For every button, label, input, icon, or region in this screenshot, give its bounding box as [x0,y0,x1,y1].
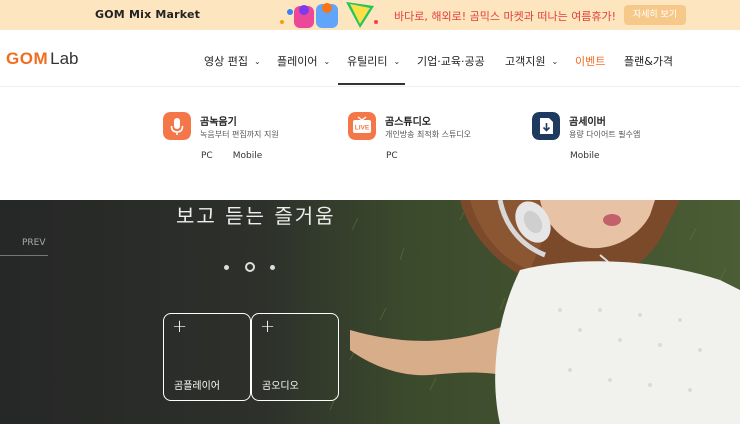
live-icon[interactable]: LIVE [348,112,376,140]
nav-active-underline [338,83,405,85]
hero-section: 보고 듣는 즐거움 PREV + 곰플레이어 + 곰오디오 [0,200,740,424]
product-name[interactable]: 곰스튜디오 [385,113,431,128]
product-name[interactable]: 곰녹음기 [200,113,237,128]
promo-banner[interactable]: GOM Mix Market 바다로, 해외로! 곰믹스 마켓과 떠나는 여름휴… [0,0,740,30]
chevron-down-icon: ⌄ [253,57,261,66]
site-header: GOM Lab 영상 편집 ⌄ 플레이어 ⌄ 유틸리티 ⌄ 기업·교육·공공 고객지원 ⌄… [0,30,740,86]
nav-support[interactable]: 고객지원 ⌄ [505,53,558,69]
slide-dot[interactable] [270,265,275,270]
slide-dot-active[interactable] [245,262,255,272]
sd-card-download-icon[interactable] [532,112,560,140]
product-description: 녹음부터 편집까지 지원 [200,130,279,139]
card-gom-player[interactable]: + 곰플레이어 [163,313,251,401]
hero-photo [0,200,740,424]
promo-logo: GOM Mix Market [95,8,201,21]
chevron-down-icon: ⌄ [551,57,559,66]
prev-button[interactable]: PREV [0,238,48,256]
card-gom-audio[interactable]: + 곰오디오 [251,313,339,401]
nav-video-editing[interactable]: 영상 편집 ⌄ [204,53,261,69]
card-label: 곰오디오 [262,381,299,392]
nav-player[interactable]: 플레이어 ⌄ [277,53,330,69]
nav-business[interactable]: 기업·교육·공공 [417,53,485,69]
promo-illustration [280,2,378,28]
nav-utility[interactable]: 유틸리티 ⌄ [347,53,400,69]
promo-text: 바다로, 해외로! 곰믹스 마켓과 떠나는 여름휴가! [394,10,617,23]
promo-details-button[interactable]: 자세히 보기 [624,5,686,25]
product-description: 용량 다이어트 필수앱 [569,130,641,139]
live-badge-text: LIVE [355,125,370,132]
microphone-icon[interactable] [163,112,191,140]
hero-headline: 보고 듣는 즐거움 [176,204,336,228]
plus-icon: + [172,316,188,337]
chevron-down-icon: ⌄ [393,57,401,66]
plus-icon: + [260,316,276,337]
link-mobile[interactable]: Mobile [233,151,263,161]
chevron-down-icon: ⌄ [323,57,331,66]
nav-plans-pricing[interactable]: 플랜&가격 [624,53,673,69]
link-pc[interactable]: PC [201,151,213,161]
utility-dropdown: 곰녹음기 녹음부터 편집까지 지원 PC Mobile LIVE 곰스튜디오 개인… [0,86,740,200]
product-name[interactable]: 곰세이버 [569,113,606,128]
slide-dot[interactable] [224,265,229,270]
product-description: 개인방송 최적화 스튜디오 [385,130,472,139]
nav-event[interactable]: 이벤트 [575,53,605,69]
link-mobile[interactable]: Mobile [570,151,600,161]
card-label: 곰플레이어 [174,381,220,392]
link-pc[interactable]: PC [386,151,398,161]
gomlab-logo[interactable]: GOM Lab [6,49,78,69]
